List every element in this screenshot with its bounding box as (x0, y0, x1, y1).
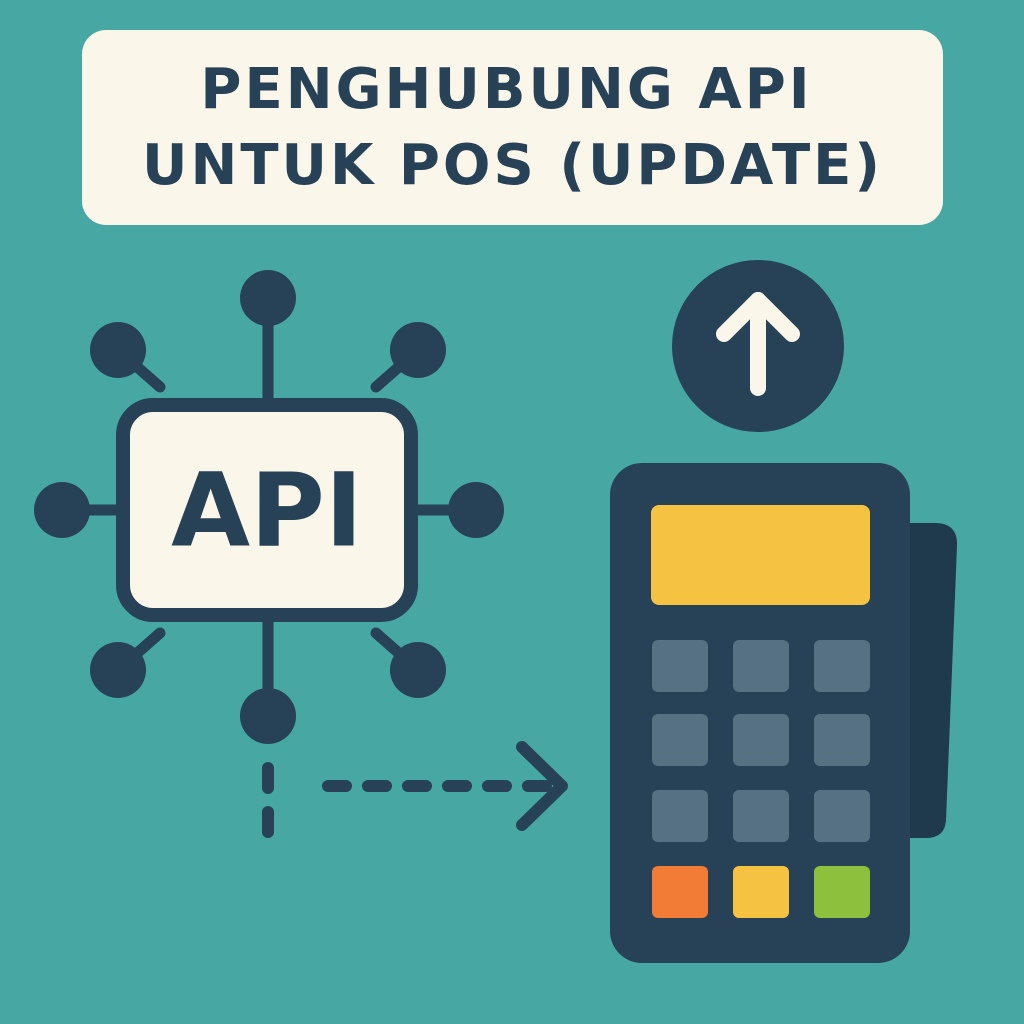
keypad-key (652, 640, 708, 692)
keypad-key (814, 790, 870, 842)
node-bottom (240, 688, 296, 744)
node-right (448, 482, 504, 538)
pos-function-keys (652, 866, 870, 918)
pos-screen (651, 505, 870, 605)
title-banner: PENGHUBUNG API UNTUK POS (UPDATE) (82, 30, 943, 225)
node-bottom-right (390, 642, 446, 698)
function-key-orange (652, 866, 708, 918)
title-line-1: PENGHUBUNG API (200, 56, 813, 122)
node-top (240, 270, 296, 326)
function-key-yellow (733, 866, 789, 918)
node-left (34, 482, 90, 538)
api-hub-icon: API (34, 270, 504, 744)
keypad-key (733, 640, 789, 692)
pos-keypad (652, 640, 870, 842)
function-key-green (814, 866, 870, 918)
pos-terminal-icon (610, 463, 958, 963)
keypad-key (652, 790, 708, 842)
update-badge (672, 260, 844, 432)
keypad-key (733, 790, 789, 842)
node-top-left (90, 322, 146, 378)
keypad-key (814, 640, 870, 692)
keypad-key (814, 714, 870, 766)
node-bottom-left (90, 642, 146, 698)
title-line-2: UNTUK POS (UPDATE) (141, 132, 883, 198)
keypad-key (733, 714, 789, 766)
keypad-key (652, 714, 708, 766)
node-top-right (390, 322, 446, 378)
api-label: API (171, 452, 363, 571)
